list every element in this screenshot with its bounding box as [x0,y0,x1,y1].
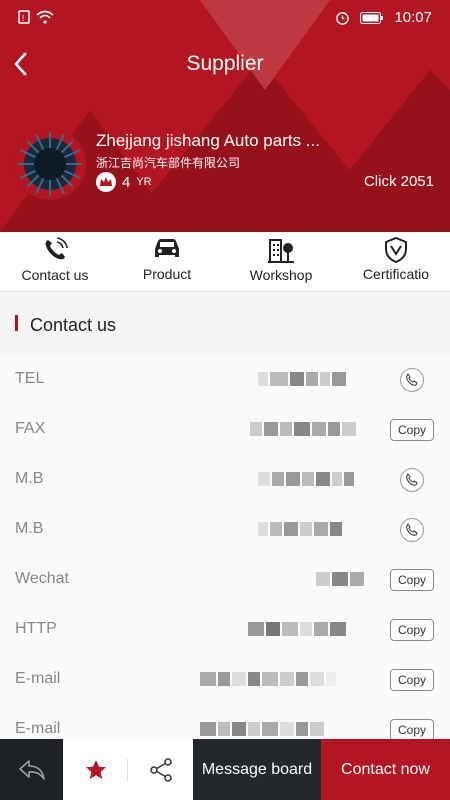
wifi-icon [36,10,54,24]
click-count: Click 2051 [363,173,434,190]
tab-workshop[interactable]: Workshop [244,232,318,292]
contact-row-mobile: M.B [0,455,450,505]
crown-icon [96,172,116,192]
section-accent-bar [15,315,18,331]
supplier-info: Zhejjang jishang Auto parts ... 浙江吉尚汽车部件… [14,118,436,200]
supplier-name-chinese: 浙江吉尚汽车部件有限公司 [96,156,241,170]
tab-label: Product [142,266,192,282]
copy-button[interactable]: Copy [390,719,434,740]
supplier-avatar [14,128,86,200]
alarm-icon [336,12,350,25]
contact-row-wechat: Wechat Copy [0,555,450,605]
status-time: 10:07 [394,9,432,26]
shield-icon [385,236,407,264]
tab-certification[interactable]: Certificatio [356,232,436,292]
title-bar: Supplier [0,40,450,88]
share-button[interactable] [128,739,193,800]
redacted-value [200,722,326,738]
bottom-action-bar: Message board Contact now [0,739,450,800]
phone-icon [405,473,418,486]
tab-bar: Contact us Product Workshop Certificatio [0,232,450,292]
phone-icon [405,523,418,536]
tab-label: Certificatio [362,266,430,282]
supplier-name: Zhejjang jishang Auto parts ... [96,131,320,150]
years-value: 4 [122,173,131,191]
tab-contact-us[interactable]: Contact us [15,232,95,292]
building-icon [268,239,294,263]
reply-arrow-icon [18,759,45,780]
sim-icon: ! [18,10,30,24]
phone-icon [405,373,418,386]
phone-icon [45,237,68,260]
svg-text:!: ! [22,14,24,23]
redacted-value [250,422,358,438]
car-icon [155,239,179,257]
section-header: Contact us [0,293,450,355]
redacted-value [258,522,344,538]
contact-list: TEL FAX Copy M.B M.B Wechat Copy HTTP Co… [0,355,450,740]
message-board-button[interactable]: Message board [193,739,321,800]
contact-row-http: HTTP Copy [0,605,450,655]
contact-label: FAX [15,420,46,437]
status-bar: ! 10:07 [0,0,450,36]
page-title: Supplier [186,52,264,75]
call-button[interactable] [400,518,424,542]
redacted-value [200,672,338,688]
contact-row-tel: TEL [0,355,450,405]
redacted-value [248,622,348,638]
years-badge: 4 YR [96,172,152,192]
contact-label: M.B [15,520,44,537]
contact-row-email: E-mail Copy [0,705,450,740]
star-icon [85,759,106,779]
contact-row-mobile: M.B [0,505,450,555]
tab-label: Workshop [249,267,313,283]
tab-label: Contact us [21,267,89,283]
copy-button[interactable]: Copy [390,619,434,641]
contact-label: M.B [15,470,44,487]
copy-button[interactable]: Copy [390,569,434,591]
contact-label: E-mail [15,720,61,737]
contact-row-email: E-mail Copy [0,655,450,705]
copy-button[interactable]: Copy [390,669,434,691]
contact-label: TEL [15,370,45,387]
favorite-button[interactable] [63,739,128,800]
contact-label: HTTP [15,620,57,637]
redacted-value [258,372,348,388]
supplier-header: ! 10:07 Supplier Zhejjang jishang Auto p… [0,0,450,232]
reply-button[interactable] [0,739,63,800]
section-title: Contact us [30,315,117,335]
battery-icon [360,11,384,24]
call-button[interactable] [400,468,424,492]
copy-button[interactable]: Copy [390,419,434,441]
contact-label: E-mail [15,670,61,687]
contact-row-fax: FAX Copy [0,405,450,455]
contact-now-button[interactable]: Contact now [321,739,450,800]
redacted-value [316,572,366,588]
years-unit: YR [136,176,152,188]
contact-label: Wechat [15,570,69,587]
call-button[interactable] [400,368,424,392]
tab-product[interactable]: Product [128,232,206,292]
redacted-value [258,472,356,488]
share-icon [149,757,172,782]
